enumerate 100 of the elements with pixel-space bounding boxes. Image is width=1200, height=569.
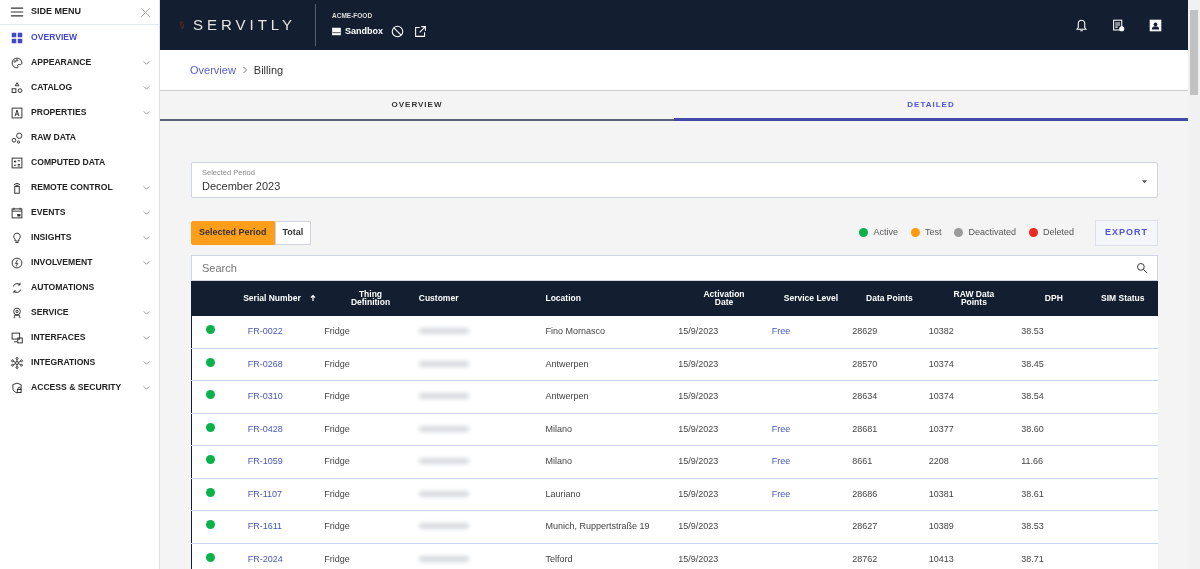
table-cell: Antwerpen [545, 391, 589, 401]
table-cell: 15/9/2023 [678, 488, 719, 499]
serial-link[interactable]: FR-0022 [247, 325, 283, 336]
sidebar-item[interactable]: COMPUTED DATA [0, 150, 159, 175]
export-button[interactable]: EXPORT [1095, 220, 1158, 246]
table-cell: 28681 [852, 423, 878, 434]
search-icon[interactable] [1136, 261, 1148, 274]
sidebar-item[interactable]: INSIGHTS [0, 225, 159, 250]
sidebar-item[interactable]: AUTOMATIONS [0, 275, 159, 300]
table-cell: Fridge [324, 391, 350, 401]
table-cell: 11.66 [1021, 456, 1043, 466]
table-cell: 10374 [928, 391, 954, 401]
redacted-text [418, 490, 469, 497]
period-toggle[interactable]: Total [274, 221, 312, 245]
redacted-text [418, 360, 469, 367]
table-cell: 10389 [928, 521, 954, 531]
table-cell: 38.71 [1021, 553, 1044, 564]
column-header[interactable]: Serial Number [243, 293, 301, 303]
report-icon[interactable] [1112, 18, 1125, 32]
breadcrumb-link[interactable]: Overview [190, 61, 236, 79]
column-header[interactable]: SIM Status [1101, 293, 1145, 303]
table-cell: 28686 [852, 488, 878, 499]
column-header[interactable]: Customer [418, 293, 459, 303]
table-cell: Fino Mornasco [545, 325, 605, 336]
table-cell: 38.45 [1021, 358, 1044, 369]
chevron-right-icon [240, 66, 249, 74]
column-header[interactable]: Data Points [866, 293, 913, 303]
sidebar-item[interactable]: OVERVIEW [0, 25, 159, 50]
column-header[interactable]: Location [545, 293, 581, 303]
serial-link[interactable]: FR-2024 [247, 553, 283, 564]
sidebar-item[interactable]: INTERFACES [0, 325, 159, 350]
serial-link[interactable]: FR-1059 [247, 456, 283, 466]
calculator-icon [11, 156, 23, 169]
user-card-icon[interactable] [1149, 18, 1162, 32]
legend-label: Deactivated [968, 226, 1016, 239]
sidebar-item[interactable]: ACCESS & SECURITY [0, 375, 159, 400]
tab[interactable]: OVERVIEW [160, 91, 674, 121]
remote-icon [11, 181, 23, 194]
table-cell: 15/9/2023 [678, 391, 719, 401]
table-cell: Fridge [324, 488, 350, 499]
inbox-icon [332, 27, 341, 37]
breadcrumb-current: Billing [253, 62, 284, 78]
sidebar-item[interactable]: SERVICE [0, 300, 159, 325]
sidebar-item[interactable]: INTEGRATIONS [0, 350, 159, 375]
bell-icon[interactable] [1075, 18, 1088, 32]
serial-link[interactable]: FR-1107 [247, 488, 283, 499]
table-cell: 38.54 [1021, 391, 1044, 401]
table-cell[interactable]: Free [771, 488, 791, 499]
table-cell: Fridge [324, 553, 350, 564]
serial-link[interactable]: FR-0310 [247, 391, 283, 401]
external-link-icon[interactable] [414, 25, 427, 39]
table-cell: 28627 [852, 521, 878, 531]
sidebar-item[interactable]: CATALOG [0, 75, 159, 100]
table-cell[interactable]: Free [771, 325, 791, 336]
sidebar-item[interactable]: PROPERTIES [0, 100, 159, 125]
column-header[interactable]: Service Level [783, 293, 839, 303]
serial-link[interactable]: FR-1611 [247, 521, 283, 531]
redacted-text [418, 393, 469, 399]
table-cell: 10413 [928, 553, 954, 564]
palette-icon [11, 56, 23, 69]
column-header[interactable]: DPH [1044, 293, 1063, 303]
table-cell: Milano [545, 456, 572, 466]
sidebar-item[interactable]: INVOLVEMENT [0, 250, 159, 275]
table-cell: 38.53 [1021, 521, 1044, 531]
nodes-icon [11, 131, 23, 144]
table-cell: 15/9/2023 [678, 521, 719, 531]
table-cell[interactable]: Free [771, 456, 791, 466]
network-icon [11, 356, 23, 369]
scrollbar-thumb[interactable] [1190, 10, 1198, 95]
table-cell: 28570 [852, 358, 878, 369]
serial-link[interactable]: FR-0268 [247, 358, 283, 369]
table-cell: Fridge [324, 521, 350, 531]
table-cell[interactable]: Free [771, 423, 791, 434]
table-cell: Antwerpen [545, 358, 589, 369]
sidebar-item[interactable]: EVENTS [0, 200, 159, 225]
table-cell: Lauriano [545, 488, 581, 499]
redacted-text [418, 458, 469, 464]
table-cell: 2208 [928, 456, 949, 466]
bolt-circle-icon [11, 256, 23, 269]
letter-box-icon [11, 106, 23, 119]
period-toggle[interactable]: Selected Period [191, 221, 275, 245]
table-cell: 10381 [928, 488, 954, 499]
sidebar-item[interactable]: RAW DATA [0, 125, 159, 150]
lightbulb-icon [11, 231, 23, 244]
table-cell: 38.61 [1021, 488, 1044, 499]
legend-label: Active [873, 226, 898, 239]
table-cell: 15/9/2023 [678, 456, 719, 466]
table-cell: 28629 [852, 325, 878, 336]
table-cell: 38.60 [1021, 423, 1044, 434]
legend-label: Test [924, 226, 942, 239]
serial-link[interactable]: FR-0428 [247, 423, 283, 434]
technician-icon [11, 306, 23, 319]
table-cell: 15/9/2023 [678, 553, 719, 564]
sidebar-item[interactable]: APPEARANCE [0, 50, 159, 75]
tab[interactable]: DETAILED [674, 91, 1188, 121]
table-cell: Telford [545, 553, 573, 564]
redacted-text [418, 555, 469, 562]
table-cell: Fridge [324, 325, 350, 336]
sidebar-item[interactable]: REMOTE CONTROL [0, 175, 159, 200]
search-field[interactable]: Search [191, 254, 1158, 281]
